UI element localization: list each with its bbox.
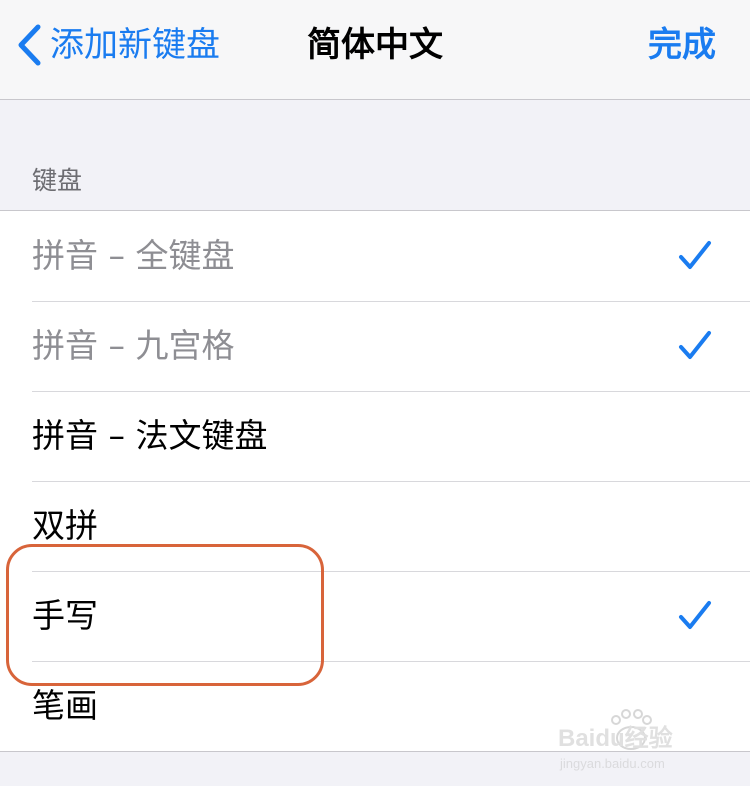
keyboard-row-pinyin-10key[interactable]: 拼音 – 九宫格 <box>0 301 750 391</box>
keyboard-row-stroke[interactable]: 笔画 <box>0 661 750 751</box>
keyboard-row-pinyin-azerty[interactable]: 拼音 – 法文键盘 <box>0 391 750 481</box>
checkmark-icon <box>679 331 711 359</box>
checkmark-icon <box>679 601 711 629</box>
checkmark-icon <box>679 241 711 269</box>
back-button[interactable]: 添加新键盘 <box>16 20 220 70</box>
done-button[interactable]: 完成 <box>648 20 716 70</box>
keyboard-row-handwriting[interactable]: 手写 <box>0 571 750 661</box>
section-header-keyboards: 键盘 <box>32 166 83 195</box>
keyboard-label: 拼音 – 法文键盘 <box>32 416 268 455</box>
keyboard-label: 双拼 <box>32 506 98 545</box>
back-button-label: 添加新键盘 <box>50 25 220 65</box>
navigation-bar: 添加新键盘 简体中文 完成 <box>0 0 750 100</box>
chevron-left-icon <box>18 24 41 66</box>
keyboard-label: 拼音 – 全键盘 <box>32 236 235 275</box>
keyboard-row-shuangpin[interactable]: 双拼 <box>0 481 750 571</box>
keyboard-row-pinyin-qwerty[interactable]: 拼音 – 全键盘 <box>0 211 750 301</box>
keyboard-list: 拼音 – 全键盘 拼音 – 九宫格 拼音 – 法文键盘 双拼 手写 笔画 <box>0 210 750 752</box>
watermark-url: jingyan.baidu.com <box>559 756 665 771</box>
keyboard-label: 手写 <box>32 596 98 635</box>
keyboard-label: 笔画 <box>32 686 98 725</box>
keyboard-label: 拼音 – 九宫格 <box>32 326 235 365</box>
